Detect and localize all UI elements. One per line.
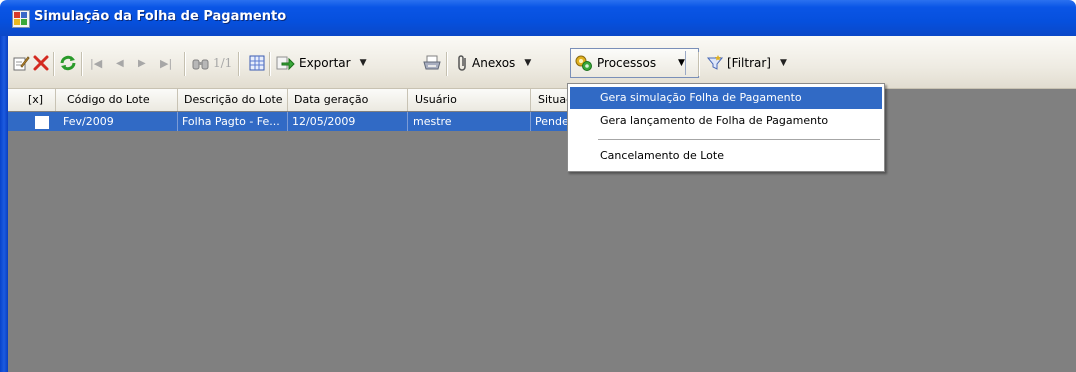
table-row[interactable]: Fev/2009 Folha Pagto - Fe... 12/05/2009 … (8, 112, 578, 131)
find-icon (192, 59, 209, 70)
last-icon: ▶| (160, 56, 173, 70)
delete-icon (33, 55, 49, 71)
column-header-codigo[interactable]: Código do Lote (63, 89, 178, 111)
processes-label: Processos (597, 56, 657, 70)
row-checkbox[interactable] (35, 116, 49, 129)
find-button[interactable] (192, 53, 210, 73)
title-bar[interactable]: Simulação da Folha de Pagamento (0, 0, 1076, 36)
cell-data: 12/05/2009 (288, 112, 408, 131)
grid-icon (249, 55, 265, 71)
menu-item-cancelamento[interactable]: Cancelamento de Lote (570, 145, 882, 167)
column-header-descricao[interactable]: Descrição do Lote (180, 89, 288, 111)
last-record-button[interactable]: ▶| (160, 53, 172, 73)
column-header-usuario[interactable]: Usuário (411, 89, 531, 111)
menu-item-gera-lancamento[interactable]: Gera lançamento de Folha de Pagamento (570, 110, 882, 132)
split-divider (685, 51, 686, 75)
filter-icon (706, 55, 724, 70)
processes-dropdown-menu: Gera simulação Folha de Pagamento Gera l… (567, 83, 885, 172)
processes-icon (575, 55, 592, 71)
refresh-button[interactable] (59, 53, 77, 73)
next-icon: ▶ (138, 57, 146, 69)
page-indicator: 1/1 (213, 56, 233, 70)
toolbar-separator (184, 52, 186, 76)
first-record-button[interactable]: |◀ (90, 53, 102, 73)
export-button[interactable]: Exportar ▼ (275, 53, 367, 73)
prev-record-button[interactable]: ◀ (116, 53, 124, 73)
menu-separator (598, 139, 880, 140)
window-title: Simulação da Folha de Pagamento (34, 9, 287, 24)
menu-item-gera-simulacao[interactable]: Gera simulação Folha de Pagamento (570, 87, 882, 109)
grid-view-button[interactable] (248, 53, 266, 73)
toolbar-separator (269, 52, 271, 76)
toolbar: |◀ ◀ ▶ ▶| 1/1 Exportar ▼ Anexos ▼ Proces… (8, 36, 1076, 89)
print-button[interactable] (422, 53, 442, 73)
filter-dropdown-icon[interactable]: ▼ (780, 58, 787, 68)
cell-descricao: Folha Pagto - Fe... (178, 112, 288, 131)
processes-button-content[interactable]: Processos (574, 53, 656, 73)
toolbar-separator (698, 52, 700, 76)
edit-button[interactable] (12, 53, 30, 73)
processes-dropdown-arrow[interactable]: ▼ (678, 53, 685, 73)
column-header-data[interactable]: Data geração (290, 89, 408, 111)
main-window: Simulação da Folha de Pagamento |◀ ◀ ▶ ▶… (0, 0, 1076, 372)
attachments-button[interactable]: Anexos ▼ (456, 53, 531, 73)
export-icon (276, 56, 295, 71)
cell-codigo: Fev/2009 (59, 112, 178, 131)
attachments-label: Anexos (472, 56, 516, 70)
attachment-icon (458, 55, 466, 71)
refresh-icon (60, 55, 76, 71)
prev-icon: ◀ (116, 57, 124, 69)
toolbar-separator (238, 52, 240, 76)
export-label: Exportar (299, 56, 351, 70)
export-dropdown-icon[interactable]: ▼ (360, 58, 367, 68)
delete-button[interactable] (32, 53, 50, 73)
cell-usuario: mestre (409, 112, 531, 131)
print-icon (423, 55, 441, 70)
first-icon: |◀ (90, 56, 103, 70)
grid-column-header: [x] Código do Lote Descrição do Lote Dat… (8, 89, 579, 111)
grid-area (8, 89, 1076, 372)
toolbar-separator (446, 52, 448, 76)
edit-icon (13, 56, 30, 71)
filter-label: [Filtrar] (727, 56, 771, 70)
window-left-border (0, 36, 8, 372)
toolbar-separator (81, 52, 83, 76)
next-record-button[interactable]: ▶ (138, 53, 146, 73)
filter-button[interactable]: [Filtrar] ▼ (706, 53, 787, 73)
attachments-dropdown-icon[interactable]: ▼ (524, 58, 531, 68)
toolbar-separator (53, 52, 55, 76)
app-window-icon (12, 10, 30, 28)
column-header-select[interactable]: [x] (8, 89, 56, 111)
